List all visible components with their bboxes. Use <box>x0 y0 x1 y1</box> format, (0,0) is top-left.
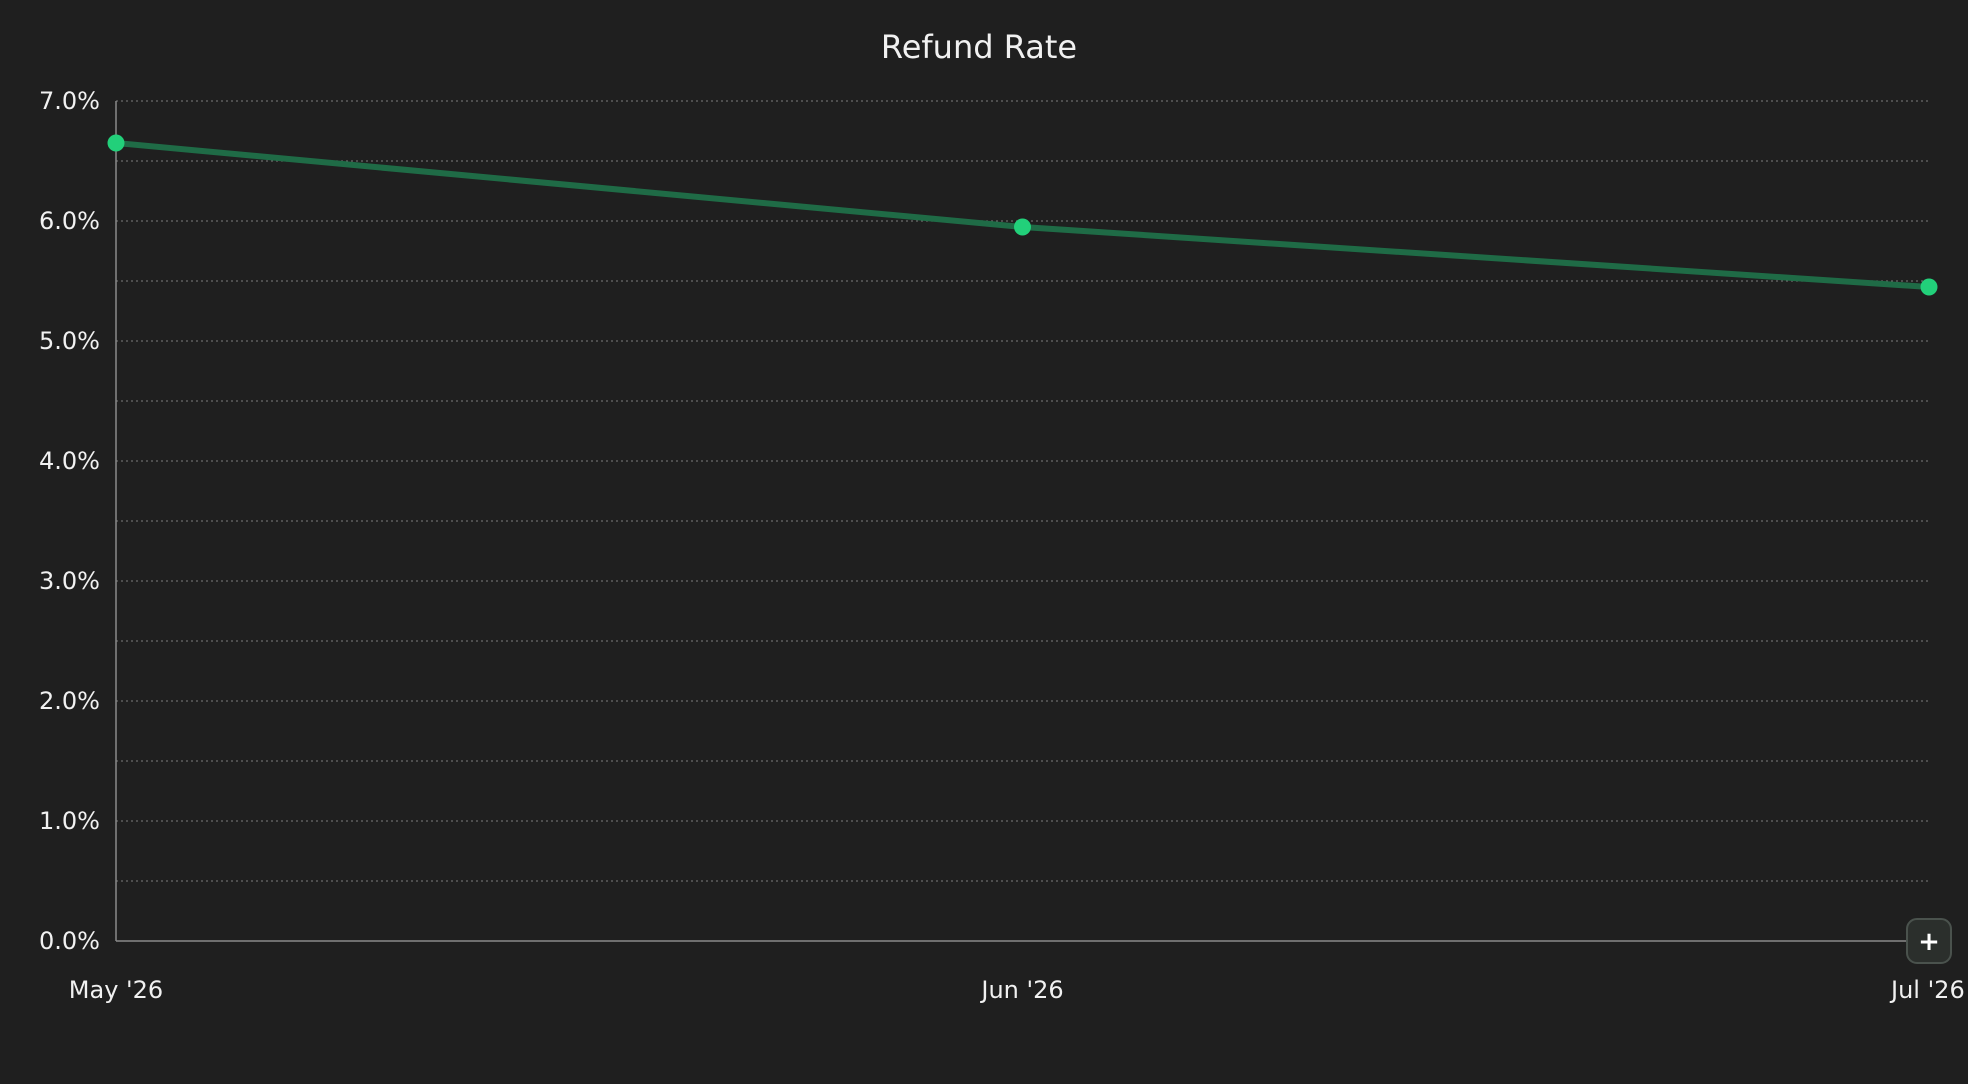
data-point[interactable] <box>107 134 125 152</box>
chart-container: Refund Rate 0.0% 1.0% 2.0% 3.0% 4.0% 5.0% 6.0%… <box>0 0 1968 1084</box>
chart-title: Refund Rate <box>881 28 1077 66</box>
x-tick-label: Jul '26 <box>1889 976 1965 1004</box>
data-point[interactable] <box>1014 218 1031 236</box>
x-tick-label: May '26 <box>69 976 163 1004</box>
y-tick-label: 4.0% <box>39 447 100 475</box>
grid-lines <box>116 100 1929 882</box>
y-tick-label: 0.0% <box>39 927 100 955</box>
y-tick-label: 7.0% <box>39 87 100 115</box>
line-chart: Refund Rate 0.0% 1.0% 2.0% 3.0% 4.0% 5.0% 6.0%… <box>39 28 1965 1004</box>
x-axis-ticks: May '26 Jun '26 Jul '26 <box>69 976 1965 1004</box>
y-tick-label: 2.0% <box>39 687 100 715</box>
x-tick-label: Jun '26 <box>979 976 1063 1004</box>
y-tick-label: 6.0% <box>39 207 100 235</box>
series-layer <box>107 134 1938 296</box>
y-axis-ticks: 0.0% 1.0% 2.0% 3.0% 4.0% 5.0% 6.0% 7.0% <box>39 87 100 955</box>
data-point[interactable] <box>1920 278 1938 296</box>
y-tick-label: 5.0% <box>39 327 100 355</box>
zoom-in-button[interactable]: + <box>1906 918 1952 964</box>
plus-icon: + <box>1918 927 1940 957</box>
y-tick-label: 3.0% <box>39 567 100 595</box>
series-line <box>113 140 1932 290</box>
y-tick-label: 1.0% <box>39 807 100 835</box>
